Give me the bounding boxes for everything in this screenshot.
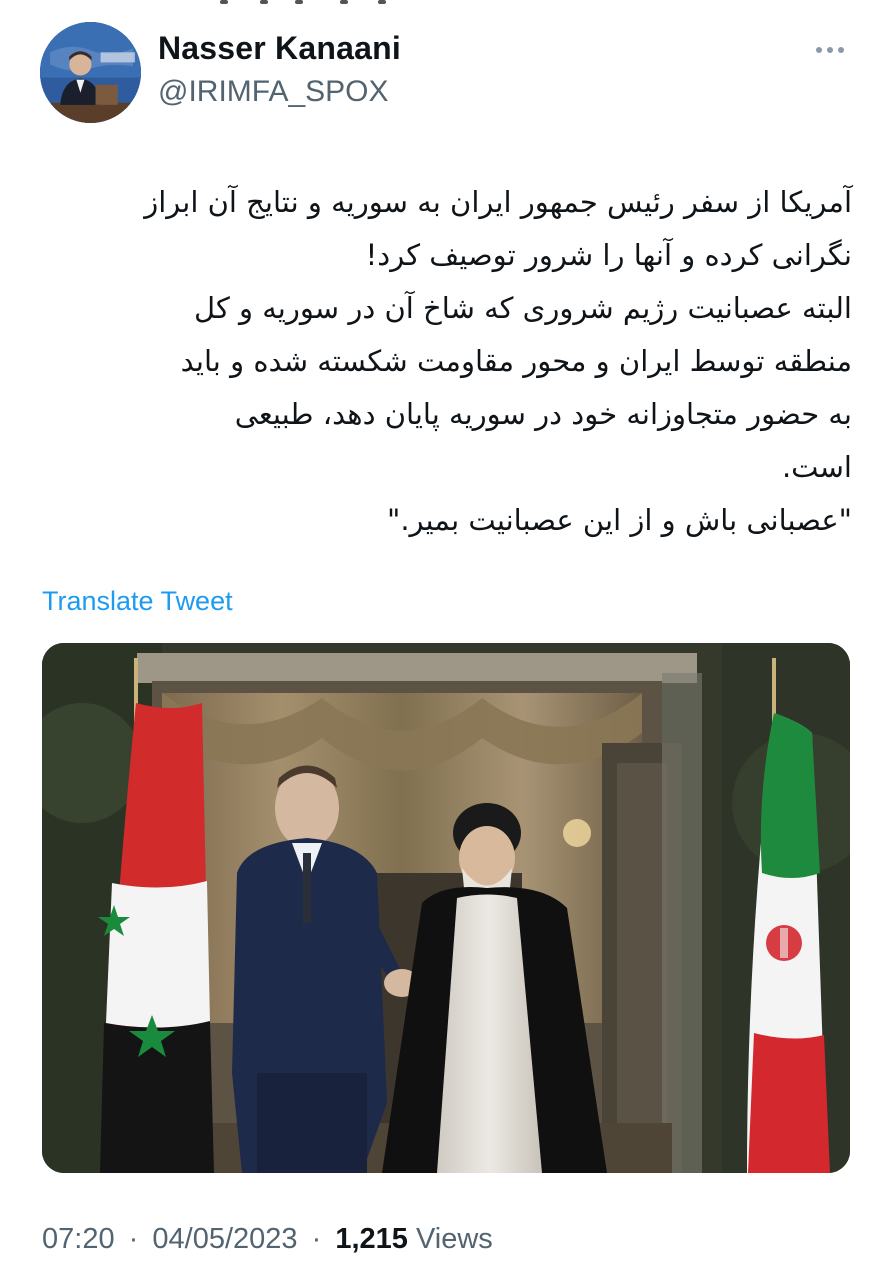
tweet-line: "عصبانی باش و از این عصبانیت بمیر.": [387, 503, 852, 537]
tweet-line: البته عصبانیت رژیم شروری که شاخ آن در سو…: [193, 291, 852, 325]
tweet-photo[interactable]: [42, 643, 850, 1173]
tweet-line: به حضور متجاوزانه خود در سوریه پایان دهد…: [234, 397, 852, 431]
tweet-line: نگرانی کرده و آنها را شرور توصیف کرد!: [365, 238, 852, 272]
tweet-meta: 07:20 · 04/05/2023 · 1,215 Views: [42, 1223, 493, 1256]
tweet-line: آمریکا از سفر رئیس جمهور ایران به سوریه …: [144, 185, 852, 219]
meta-separator: ·: [311, 1223, 322, 1255]
more-dots-icon[interactable]: [808, 38, 852, 62]
tweet-date[interactable]: 04/05/2023: [152, 1223, 297, 1255]
author-handle[interactable]: @IRIMFA_SPOX: [158, 75, 389, 109]
tweet-text: آمریکا از سفر رئیس جمهور ایران به سوریه …: [40, 176, 852, 547]
tweet-line: منطقه توسط ایران و محور مقاومت شکسته شده…: [180, 344, 852, 378]
views-label[interactable]: Views: [416, 1223, 493, 1255]
views-count[interactable]: 1,215: [335, 1223, 408, 1255]
previous-tweet-edge: [0, 0, 892, 8]
tweet-line: است.: [781, 450, 852, 484]
tweet-time[interactable]: 07:20: [42, 1223, 115, 1255]
meta-separator: ·: [128, 1223, 139, 1255]
avatar[interactable]: [40, 22, 141, 123]
translate-tweet-link[interactable]: Translate Tweet: [42, 586, 233, 617]
author-name[interactable]: Nasser Kanaani: [158, 30, 401, 67]
